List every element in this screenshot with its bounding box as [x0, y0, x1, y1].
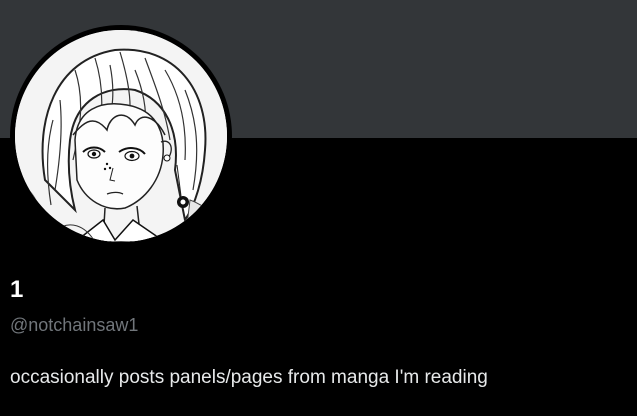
avatar-image [15, 30, 227, 242]
bio: occasionally posts panels/pages from man… [10, 367, 488, 388]
manga-character-avatar-icon [15, 30, 227, 242]
avatar[interactable] [10, 25, 232, 247]
display-name: 1 [10, 276, 24, 303]
handle: @notchainsaw1 [10, 315, 139, 335]
